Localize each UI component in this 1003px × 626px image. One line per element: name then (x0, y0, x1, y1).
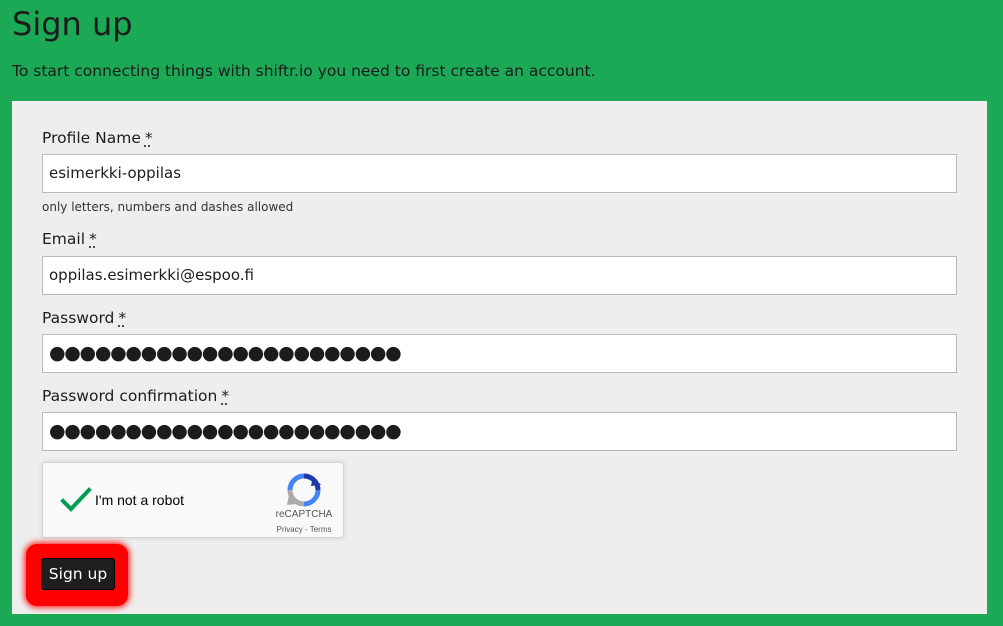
profile-name-hint: only letters, numbers and dashes allowed (42, 200, 294, 214)
password-confirmation-input[interactable]: ●●●●●●●●●●●●●●●●●●●●●●● (42, 412, 957, 451)
signup-form: Profile Name * esimerkki-oppilas only let… (12, 101, 987, 614)
password-confirmation-label: Password confirmation * (42, 386, 229, 406)
page-intro: To start connecting things with shiftr.i… (12, 62, 596, 80)
password-label: Password * (42, 308, 126, 328)
required-marker: * (221, 387, 230, 405)
recaptcha-widget: I'm not a robot reCAPTCHA Privacy - Term… (42, 462, 344, 538)
page-title: Sign up (12, 5, 133, 43)
password-label-text: Password (42, 309, 115, 327)
email-input[interactable]: oppilas.esimerkki@espoo.fi (42, 256, 957, 295)
recaptcha-brand: reCAPTCHA (275, 509, 333, 520)
recaptcha-logo-icon (287, 473, 321, 507)
password-confirmation-label-text: Password confirmation (42, 387, 218, 405)
profile-name-label: Profile Name * (42, 128, 153, 148)
required-marker: * (89, 230, 97, 248)
profile-name-label-text: Profile Name (42, 129, 141, 147)
required-marker: * (118, 309, 127, 327)
checkmark-icon[interactable] (59, 483, 93, 517)
sign-up-button[interactable]: Sign up (41, 558, 115, 590)
recaptcha-label: I'm not a robot (95, 492, 185, 508)
recaptcha-links[interactable]: Privacy - Terms (261, 525, 347, 534)
password-input[interactable]: ●●●●●●●●●●●●●●●●●●●●●●● (42, 334, 957, 373)
required-marker: * (144, 129, 153, 147)
email-label: Email * (42, 229, 97, 249)
email-label-text: Email (42, 230, 86, 248)
profile-name-input[interactable]: esimerkki-oppilas (42, 154, 957, 193)
